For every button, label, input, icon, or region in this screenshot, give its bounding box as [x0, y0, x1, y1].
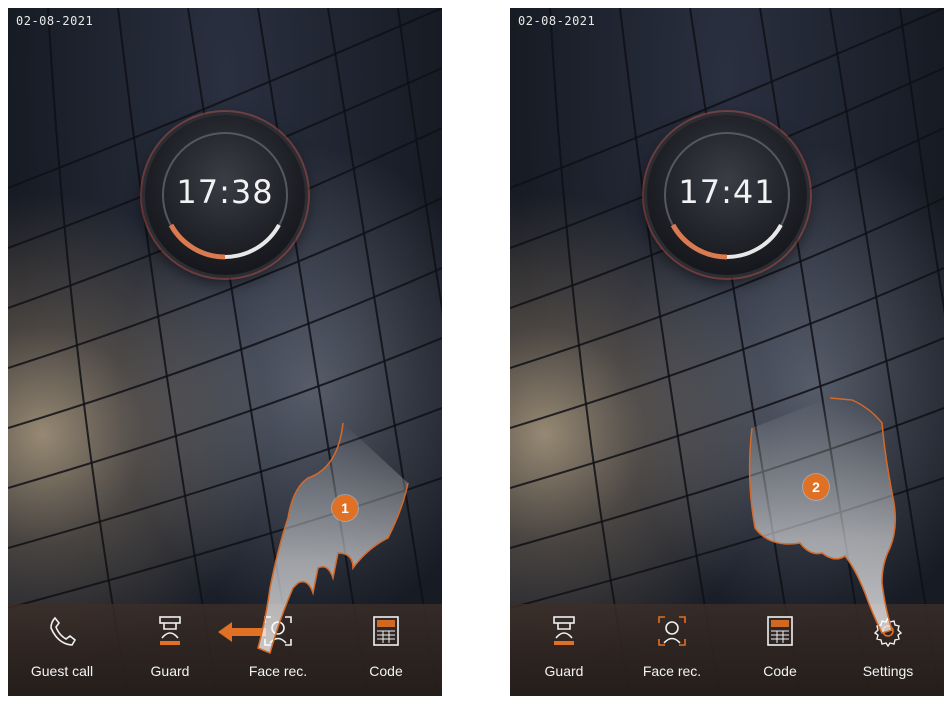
step-badge: 2 [803, 474, 829, 500]
intercom-screen-step-2: 02-08-2021 17:41 Guard Face rec. Code Se… [510, 8, 944, 696]
pointing-hand-illustration [257, 422, 409, 655]
step-badge: 1 [332, 495, 358, 521]
pointing-hand-illustration [748, 397, 897, 634]
intercom-screen-step-1: 02-08-2021 17:38 Guest call Guard Face r… [8, 8, 442, 696]
